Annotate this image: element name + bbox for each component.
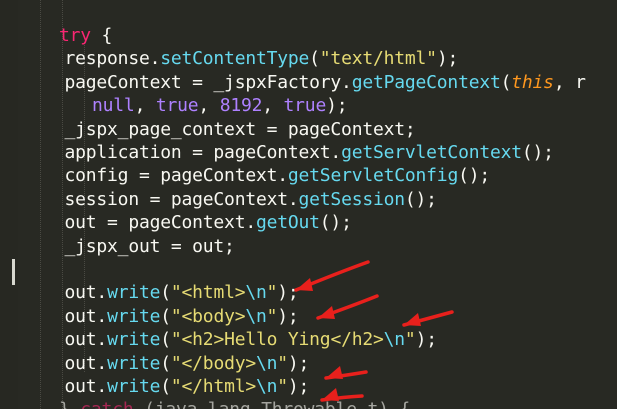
red-arrow-annotations (294, 260, 454, 402)
red-arrow-head (326, 366, 343, 379)
red-arrow-head (296, 278, 313, 291)
code-editor[interactable]: try {response.setContentType("text/html"… (0, 0, 617, 409)
red-arrow-head (318, 306, 335, 319)
red-arrow-head (322, 388, 339, 401)
red-arrow-head (404, 313, 421, 326)
